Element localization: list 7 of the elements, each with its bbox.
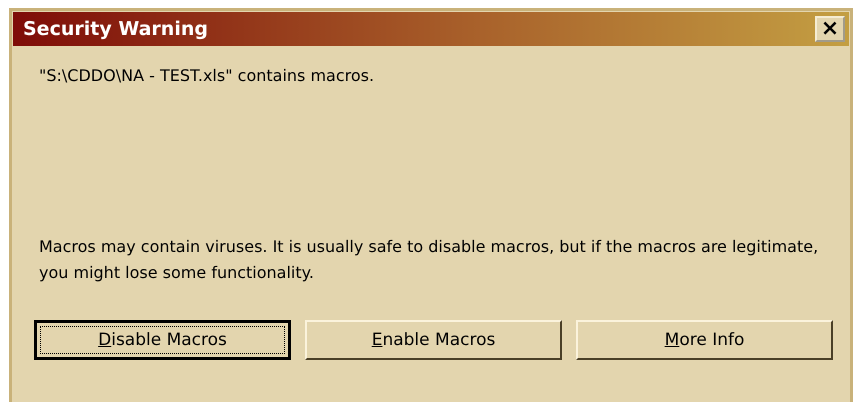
window-title: Security Warning (23, 18, 208, 40)
dialog-button[interactable]: Disable Macros (34, 320, 292, 360)
close-button[interactable]: × (815, 16, 845, 42)
file-message: "S:\CDDO\NA - TEST.xls" contains macros. (39, 66, 376, 87)
warning-text: Macros may contain viruses. It is usually safe to disable macros, but if the macros are legitimate, you might lose some functionality. (39, 236, 820, 284)
dialog-button[interactable]: More Info (576, 320, 833, 360)
dialog-button[interactable]: Enable Macros (305, 320, 562, 360)
